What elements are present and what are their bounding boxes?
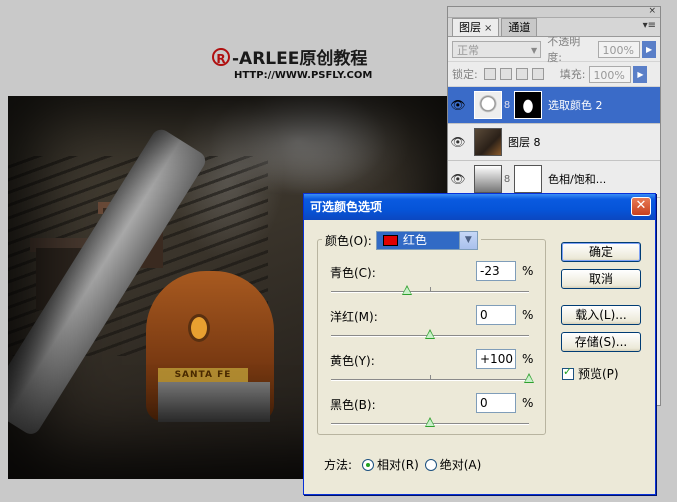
fill-input[interactable]: 100%: [589, 65, 632, 83]
mask-thumbnail: [514, 165, 542, 193]
link-chain-icon[interactable]: 8: [502, 174, 512, 185]
percent-sign: %: [522, 396, 534, 410]
blend-mode-select[interactable]: 正常: [452, 40, 542, 59]
visibility-eye-icon[interactable]: 👁: [448, 172, 468, 186]
registered-logo-icon: R: [212, 47, 230, 66]
yellow-label: 黄色(Y):: [330, 354, 375, 368]
panel-menu-icon[interactable]: ▾≡: [643, 20, 656, 31]
radio-relative[interactable]: [362, 458, 375, 471]
opacity-input[interactable]: 100%: [598, 40, 641, 58]
panel-tabs: 图层 × 通道 ▾≡: [448, 18, 660, 37]
close-icon[interactable]: ✕: [631, 197, 651, 216]
selective-color-dialog: 可选颜色选项 ✕ 颜色(O): 红色 ▼ 青色(C): -23 % 洋红(M):…: [303, 193, 656, 495]
panel-close-icon[interactable]: ×: [648, 6, 656, 16]
tab-layers[interactable]: 图层 ×: [452, 18, 500, 36]
method-absolute-label[interactable]: 绝对(A): [440, 456, 482, 473]
visibility-eye-icon[interactable]: 👁: [448, 98, 468, 112]
magenta-slider-track[interactable]: [331, 329, 529, 339]
colors-select-value: 红色: [402, 233, 427, 247]
lock-transparency-icon[interactable]: [483, 68, 496, 80]
save-button[interactable]: 存储(S)...: [561, 332, 641, 352]
watermark-url: HTTP://WWW.PSFLY.COM: [234, 70, 373, 81]
fill-arrow-icon[interactable]: ▶: [633, 65, 648, 83]
ok-button[interactable]: 确定: [561, 242, 641, 262]
percent-sign: %: [522, 264, 534, 278]
chevron-down-icon[interactable]: ▼: [458, 232, 477, 249]
layer-row-layer-8[interactable]: 👁 图层 8: [448, 124, 660, 161]
tab-layers-label: 图层: [459, 21, 481, 34]
headlight: [188, 314, 210, 342]
layer-row-selective-color[interactable]: 👁 8 选取颜色 2: [448, 87, 660, 124]
lock-position-icon[interactable]: [515, 68, 528, 80]
checkbox-checked-icon[interactable]: [562, 365, 574, 380]
dialog-title: 可选颜色选项: [310, 200, 383, 214]
magenta-slider-knob[interactable]: [425, 329, 435, 339]
mask-thumbnail: [514, 91, 542, 119]
radio-absolute[interactable]: [424, 458, 437, 471]
method-row: 方法: 相对(R) 绝对(A): [324, 456, 481, 473]
adjustment-thumbnail: [474, 91, 502, 119]
watermark: R -ARLEE原创教程 HTTP://WWW.PSFLY.COM: [212, 44, 372, 81]
cyan-slider-knob[interactable]: [402, 285, 412, 295]
method-relative-label[interactable]: 相对(R): [377, 456, 419, 473]
colors-select[interactable]: 红色 ▼: [375, 231, 478, 250]
watermark-title: R -ARLEE原创教程: [212, 44, 372, 69]
percent-sign: %: [522, 308, 534, 322]
load-button[interactable]: 载入(L)...: [561, 305, 641, 325]
cyan-slider-track[interactable]: [331, 285, 529, 295]
lock-pixels-icon[interactable]: [499, 68, 512, 80]
locomotive-front: [158, 382, 270, 422]
color-swatch: [382, 235, 398, 246]
tab-channels[interactable]: 通道: [501, 18, 538, 36]
blend-row: 正常 不透明度: 100% ▶: [448, 35, 660, 64]
cyan-input[interactable]: -23: [476, 261, 516, 281]
locomotive-plate: SANTA FE: [158, 368, 248, 382]
percent-sign: %: [522, 352, 534, 366]
black-label: 黑色(B):: [330, 398, 376, 412]
black-input[interactable]: 0: [476, 393, 516, 413]
preview-checkbox[interactable]: 预览(P): [562, 365, 619, 382]
yellow-input[interactable]: +100: [476, 349, 516, 369]
cancel-button[interactable]: 取消: [561, 269, 641, 289]
magenta-input[interactable]: 0: [476, 305, 516, 325]
method-label: 方法:: [324, 458, 353, 472]
layer-name: 图层 8: [508, 136, 541, 149]
slider-tick: [430, 375, 431, 379]
lock-row: 锁定: 填充: 100% ▶: [448, 62, 660, 87]
lock-all-icon[interactable]: [531, 68, 544, 80]
visibility-eye-icon[interactable]: 👁: [448, 135, 468, 149]
yellow-slider-track[interactable]: [331, 373, 534, 383]
panel-titlebar[interactable]: ×: [448, 6, 660, 18]
layer-thumbnail: [474, 128, 502, 156]
tab-channels-label: 通道: [508, 21, 531, 34]
tab-close-icon[interactable]: ×: [484, 23, 492, 34]
layer-name: 色相/饱和...: [548, 173, 607, 186]
lock-label: 锁定:: [452, 68, 478, 81]
colors-row: 颜色(O): 红色 ▼: [322, 231, 481, 250]
colors-label: 颜色(O):: [325, 234, 372, 248]
layer-name: 选取颜色 2: [548, 99, 603, 112]
opacity-label: 不透明度:: [547, 35, 581, 64]
adjustment-thumbnail: [474, 165, 502, 193]
black-slider-knob[interactable]: [425, 417, 435, 427]
cyan-label: 青色(C):: [330, 266, 376, 280]
yellow-slider-knob[interactable]: [524, 373, 534, 383]
preview-label: 预览(P): [578, 367, 619, 381]
link-chain-icon[interactable]: 8: [502, 100, 512, 111]
magenta-label: 洋红(M):: [330, 310, 378, 324]
dialog-titlebar[interactable]: 可选颜色选项 ✕: [304, 194, 655, 220]
fill-label: 填充:: [559, 68, 586, 81]
watermark-text: -ARLEE原创教程: [232, 49, 368, 69]
opacity-arrow-icon[interactable]: ▶: [642, 40, 656, 58]
black-slider-track[interactable]: [331, 417, 529, 427]
slider-tick: [430, 287, 431, 291]
